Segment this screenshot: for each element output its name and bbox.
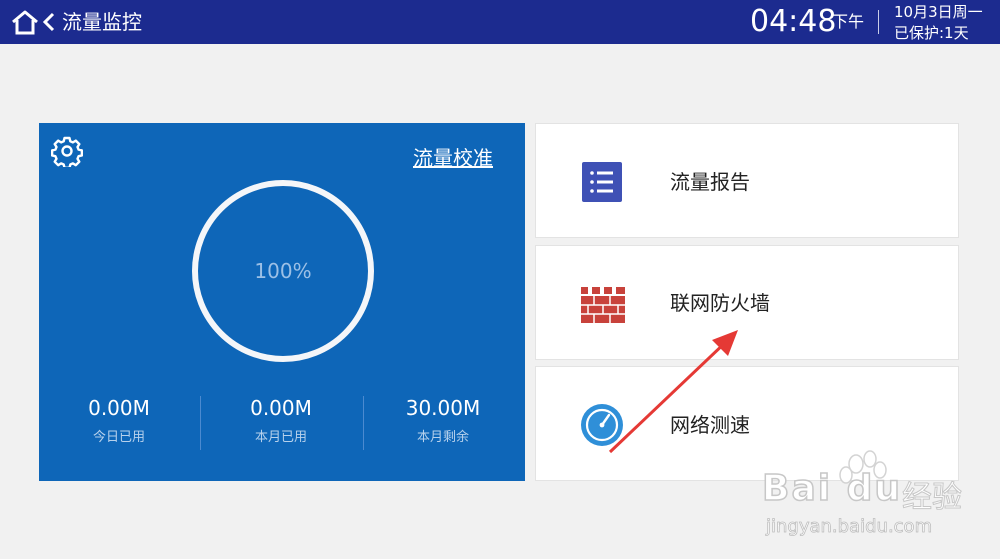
stat-today-used: 0.00M 今日已用 <box>39 395 199 447</box>
stat-month-remaining: 30.00M 本月剩余 <box>363 395 523 447</box>
watermark-brand: Bai du <box>761 467 903 510</box>
gear-icon[interactable] <box>51 135 83 167</box>
page-title: 流量监控 <box>62 10 142 34</box>
stat-value: 0.00M <box>250 396 312 420</box>
baidu-watermark: Bai du 经验 jingyan.baidu.com <box>761 450 992 550</box>
stat-month-used: 0.00M 本月已用 <box>201 395 361 447</box>
watermark-brand-cn: 经验 <box>902 480 963 516</box>
annotation-arrow-icon <box>608 330 738 454</box>
usage-percent: 100% <box>254 259 312 283</box>
tile-label: 流量报告 <box>670 170 750 194</box>
firewall-brick-icon <box>581 287 625 323</box>
stat-label: 本月已用 <box>254 430 307 445</box>
date-text: 10月3日周一 <box>894 3 983 21</box>
stat-label: 本月剩余 <box>416 430 469 445</box>
header-divider <box>878 10 879 34</box>
report-list-icon <box>582 162 622 202</box>
traffic-summary-card: 流量校准 100% 0.00M 今日已用 0.00M 本月已用 30.00M 本… <box>39 123 525 481</box>
stat-value: 30.00M <box>405 396 481 420</box>
top-bar: 流量监控 04:48 下午 10月3日周一 已保护:1天 <box>0 0 1000 44</box>
home-icon[interactable] <box>10 9 40 35</box>
back-arrow-icon[interactable] <box>42 12 56 32</box>
traffic-calibration-link[interactable]: 流量校准 <box>413 145 493 171</box>
stat-label: 今日已用 <box>92 430 145 445</box>
tile-label: 联网防火墙 <box>670 291 770 315</box>
stat-value: 0.00M <box>88 396 150 420</box>
protection-days: 已保护:1天 <box>894 24 969 42</box>
clock-time: 04:48 <box>750 4 837 39</box>
clock-ampm: 下午 <box>832 12 865 31</box>
watermark-url: jingyan.baidu.com <box>766 516 933 538</box>
traffic-report-tile[interactable]: 流量报告 <box>535 123 959 238</box>
